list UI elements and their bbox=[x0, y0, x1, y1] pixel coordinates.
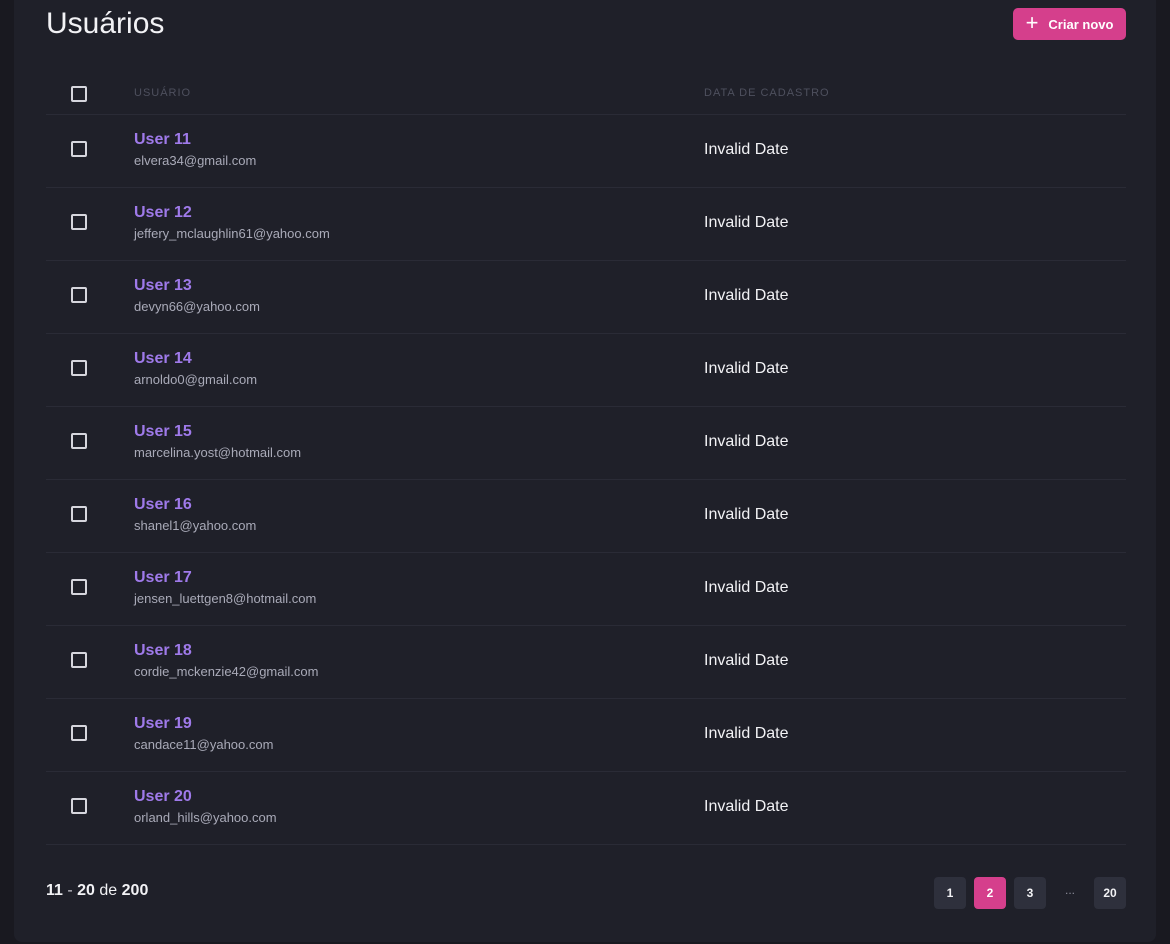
registration-date: Invalid Date bbox=[704, 141, 789, 158]
row-checkbox[interactable] bbox=[71, 652, 87, 668]
user-name-link[interactable]: User 14 bbox=[134, 350, 192, 368]
registration-date: Invalid Date bbox=[704, 579, 789, 596]
range-of-label: de bbox=[99, 882, 118, 899]
registration-date: Invalid Date bbox=[704, 652, 789, 669]
user-name-link[interactable]: User 19 bbox=[134, 715, 192, 733]
create-new-label: Criar novo bbox=[1048, 16, 1114, 32]
user-name-link[interactable]: User 20 bbox=[134, 788, 192, 806]
table-header: Usuário Data de cadastro bbox=[46, 73, 1126, 115]
users-panel: Usuários + Criar novo Usuário Data de ca… bbox=[14, 0, 1156, 942]
row-checkbox[interactable] bbox=[71, 798, 87, 814]
table-row: User 12 jeffery_mclaughlin61@yahoo.com I… bbox=[46, 188, 1126, 261]
select-all-checkbox[interactable] bbox=[71, 86, 87, 102]
user-name-link[interactable]: User 16 bbox=[134, 496, 192, 514]
plus-icon: + bbox=[1025, 10, 1039, 35]
user-email: devyn66@yahoo.com bbox=[134, 299, 260, 314]
registration-date: Invalid Date bbox=[704, 725, 789, 742]
table-row: User 16 shanel1@yahoo.com Invalid Date bbox=[46, 480, 1126, 553]
users-table-body: User 11 elvera34@gmail.com Invalid Date … bbox=[46, 115, 1126, 845]
row-checkbox[interactable] bbox=[71, 506, 87, 522]
range-end: 20 bbox=[77, 882, 95, 899]
row-checkbox[interactable] bbox=[71, 214, 87, 230]
user-email: cordie_mckenzie42@gmail.com bbox=[134, 664, 319, 679]
user-name-link[interactable]: User 11 bbox=[134, 131, 191, 149]
create-new-button[interactable]: + Criar novo bbox=[1013, 8, 1126, 40]
registration-date: Invalid Date bbox=[704, 214, 789, 231]
page-title: Usuários bbox=[46, 7, 165, 40]
range-start: 11 bbox=[46, 882, 63, 899]
table-row: User 19 candace11@yahoo.com Invalid Date bbox=[46, 699, 1126, 772]
row-checkbox[interactable] bbox=[71, 360, 87, 376]
user-email: orland_hills@yahoo.com bbox=[134, 810, 277, 825]
registration-date: Invalid Date bbox=[704, 506, 789, 523]
user-email: arnoldo0@gmail.com bbox=[134, 372, 258, 387]
page-button-2-current[interactable]: 2 bbox=[974, 877, 1006, 909]
column-header-user: Usuário bbox=[134, 87, 192, 99]
user-email: shanel1@yahoo.com bbox=[134, 518, 257, 533]
registration-date: Invalid Date bbox=[704, 798, 789, 815]
user-name-link[interactable]: User 15 bbox=[134, 423, 192, 441]
user-name-link[interactable]: User 12 bbox=[134, 204, 192, 222]
page-button-3[interactable]: 3 bbox=[1014, 877, 1046, 909]
user-email: candace11@yahoo.com bbox=[134, 737, 274, 752]
user-name-link[interactable]: User 13 bbox=[134, 277, 192, 295]
page-button-1[interactable]: 1 bbox=[934, 877, 966, 909]
pagination-ellipsis: ... bbox=[1064, 883, 1075, 897]
row-checkbox[interactable] bbox=[71, 725, 87, 741]
user-name-link[interactable]: User 18 bbox=[134, 642, 192, 660]
table-row: User 20 orland_hills@yahoo.com Invalid D… bbox=[46, 772, 1126, 845]
registration-date: Invalid Date bbox=[704, 287, 789, 304]
column-header-registered: Data de cadastro bbox=[704, 87, 830, 99]
user-email: jensen_luettgen8@hotmail.com bbox=[134, 591, 317, 606]
page-button-20[interactable]: 20 bbox=[1094, 877, 1126, 909]
range-total: 200 bbox=[121, 882, 149, 899]
table-row: User 14 arnoldo0@gmail.com Invalid Date bbox=[46, 334, 1126, 407]
user-email: jeffery_mclaughlin61@yahoo.com bbox=[134, 226, 330, 241]
user-name-link[interactable]: User 17 bbox=[134, 569, 192, 587]
table-row: User 13 devyn66@yahoo.com Invalid Date bbox=[46, 261, 1126, 334]
user-email: elvera34@gmail.com bbox=[134, 153, 257, 168]
table-row: User 15 marcelina.yost@hotmail.com Inval… bbox=[46, 407, 1126, 480]
row-checkbox[interactable] bbox=[71, 433, 87, 449]
table-row: User 17 jensen_luettgen8@hotmail.com Inv… bbox=[46, 553, 1126, 626]
registration-date: Invalid Date bbox=[704, 433, 789, 450]
table-row: User 18 cordie_mckenzie42@gmail.com Inva… bbox=[46, 626, 1126, 699]
table-row: User 11 elvera34@gmail.com Invalid Date bbox=[46, 115, 1126, 188]
range-separator: - bbox=[67, 882, 73, 899]
user-email: marcelina.yost@hotmail.com bbox=[134, 445, 302, 460]
row-checkbox[interactable] bbox=[71, 287, 87, 303]
registration-date: Invalid Date bbox=[704, 360, 789, 377]
pagination-range: 11 - 20 de 200 bbox=[46, 882, 148, 900]
row-checkbox[interactable] bbox=[71, 141, 87, 157]
row-checkbox[interactable] bbox=[71, 579, 87, 595]
